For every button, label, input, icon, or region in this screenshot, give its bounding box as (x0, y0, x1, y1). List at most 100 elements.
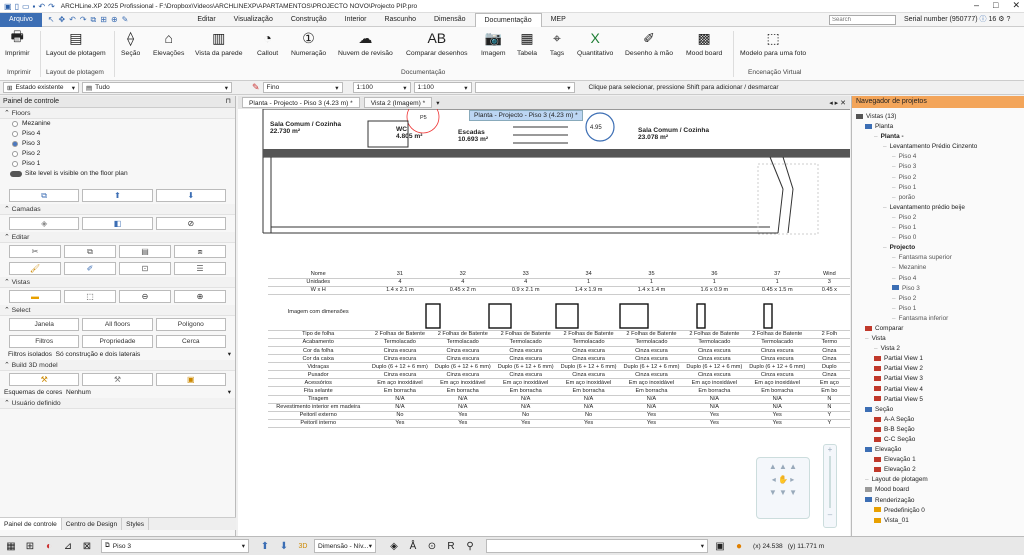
tree-item[interactable]: – Vista 2 (852, 344, 1024, 354)
tree-item[interactable]: – Piso 1 (852, 304, 1024, 314)
properties-button[interactable]: ☰ (174, 262, 226, 275)
tree-item[interactable]: Vista_01 (852, 516, 1024, 526)
menu-interior[interactable]: Interior (336, 13, 376, 27)
section-vistas[interactable]: ⌃ Vistas (0, 277, 235, 288)
tree-item[interactable]: – Piso 2 (852, 213, 1024, 223)
tree-item[interactable]: Partial View 2 (852, 364, 1024, 374)
plot-layout-button[interactable]: ▤ Layout de plotagem (46, 29, 106, 58)
zoom-window-button[interactable]: ⬚ (64, 290, 116, 303)
snap-icon[interactable]: ⊞ (22, 539, 38, 553)
zoom-minus-icon[interactable]: – (824, 510, 836, 519)
callout-button[interactable]: ◔ Callout (257, 29, 278, 57)
copy-button[interactable]: ⧉ (64, 245, 116, 258)
tree-item[interactable]: Partial View 3 (852, 374, 1024, 384)
state-dropdown[interactable]: ⊞ Estado existente ▾ (3, 82, 79, 93)
search-input[interactable] (829, 15, 896, 25)
measure-icon[interactable]: ⊞ (100, 15, 107, 25)
print-button[interactable]: 🖶 Imprimir (5, 28, 30, 57)
tree-item[interactable]: C-C Seção (852, 435, 1024, 445)
save-icon[interactable]: ▪ (33, 2, 36, 11)
dimension-dropdown[interactable]: Dimensão - Nív... ▾ (314, 539, 376, 553)
tree-item[interactable]: – Levantamento Prédio Cinzento (852, 142, 1024, 152)
compass-icon[interactable]: Å (405, 539, 421, 553)
menu-arquivo[interactable]: Arquivo (0, 12, 42, 27)
floor-piso-1[interactable]: Piso 1 (0, 159, 235, 169)
zoom-track[interactable] (829, 456, 831, 508)
section-camadas[interactable]: ⌃ Camadas (0, 204, 235, 215)
minimize-icon[interactable]: – (974, 0, 979, 11)
floor-up-button[interactable]: ⬆ (82, 189, 153, 202)
tree-item[interactable]: – Piso 2 (852, 173, 1024, 183)
tree-item[interactable]: – Levantamento prédio beije (852, 203, 1024, 213)
tree-item[interactable]: – Piso 4 (852, 274, 1024, 284)
tree-item[interactable]: Elevação 1 (852, 455, 1024, 465)
section-build3d[interactable]: ⌃ Build 3D model (0, 360, 235, 371)
new-tab-icon[interactable]: ▾ (436, 99, 439, 107)
tree-item[interactable]: Partial View 4 (852, 385, 1024, 395)
3d-icon[interactable]: 3D (295, 539, 311, 553)
tree-item[interactable]: Elevação 2 (852, 465, 1024, 475)
nav-arrows-bottom[interactable]: ▼ ▼ ▼ (757, 488, 809, 497)
mood-board-button[interactable]: ▩ Mood board (686, 29, 722, 58)
drawing-canvas[interactable]: Sala Comum / Cozinha 22.730 m² WC 4.805 m²… (238, 109, 850, 536)
tree-item[interactable]: A-A Seção (852, 415, 1024, 425)
layer-hide-button[interactable]: ⊘ (155, 217, 226, 230)
layers-status-icon[interactable]: ◈ (386, 539, 402, 553)
tab-control-panel[interactable]: Painel de controle (0, 518, 62, 530)
brush-button[interactable]: 🖌 (9, 262, 61, 275)
zoom-out-button[interactable]: ⊖ (119, 290, 171, 303)
hand-drawing-button[interactable]: ✐ Desenho à mão (625, 29, 673, 58)
view-all-button[interactable]: ▬ (9, 290, 61, 303)
tree-item[interactable]: – Projecto (852, 243, 1024, 253)
magnet-icon[interactable]: ◐ (41, 539, 57, 553)
select-all-floors-button[interactable]: All floors (82, 318, 153, 331)
layer-cube-button[interactable]: ◧ (82, 217, 153, 230)
section-user-defined[interactable]: ⌃ Usuário definido (0, 398, 235, 409)
tree-item[interactable]: – Mezanine (852, 263, 1024, 273)
tree-item[interactable]: Vistas (13) (852, 112, 1024, 122)
tree-item[interactable]: – Piso 2 (852, 294, 1024, 304)
copy-icon[interactable]: ⧉ (91, 15, 97, 25)
eyedropper-button[interactable]: ✐ (64, 262, 116, 275)
command-dropdown[interactable]: ▾ (486, 539, 708, 553)
isolated-filters-row[interactable]: Filtros isolados Só construção e dois la… (0, 350, 235, 360)
numbering-button[interactable]: ① Numeração (291, 29, 326, 58)
paste-button[interactable]: ▤ (119, 245, 171, 258)
wall-view-button[interactable]: ▥ Vista da parede (195, 29, 243, 58)
site-level-toggle[interactable]: Site level is visible on the floor plan (0, 169, 235, 179)
scale2-dropdown[interactable]: 1:100 ▾ (413, 82, 472, 93)
tree-item[interactable]: – Piso 0 (852, 233, 1024, 243)
tree-item[interactable]: Partial View 5 (852, 395, 1024, 405)
select-window-button[interactable]: Janela (9, 318, 80, 331)
build3d-tools-button[interactable]: ⚒ (82, 373, 153, 386)
floor-up-icon[interactable]: ⬆ (257, 539, 273, 553)
tree-item[interactable]: Elevação (852, 445, 1024, 455)
quantity-button[interactable]: X Quantitativo (577, 29, 613, 57)
edit-icon[interactable]: ✎ (122, 15, 129, 25)
zoom-in-button[interactable]: ⊕ (174, 290, 226, 303)
elevations-button[interactable]: ⌂ Elevações (153, 29, 184, 57)
tree-item[interactable]: Renderização (852, 496, 1024, 506)
ortho-icon[interactable]: ⊿ (60, 539, 76, 553)
tree-item[interactable]: – Piso 1 (852, 223, 1024, 233)
floor-dropdown[interactable]: ⧉ Piso 3 ▾ (101, 539, 249, 553)
undo-icon[interactable]: ↶ (38, 2, 45, 11)
navigation-widget[interactable]: ▲ ▲ ▲ ◂ ✋ ▸ ▼ ▼ ▼ (756, 457, 810, 519)
maximize-icon[interactable]: □ (993, 0, 998, 11)
tab-vista-2[interactable]: Vista 2 (Imagem) * (363, 97, 433, 108)
tags-button[interactable]: ⌖ Tags (548, 29, 566, 58)
tree-item[interactable]: – Layout de plotagem (852, 475, 1024, 485)
tab-planta-piso-3[interactable]: Planta - Projecto - Piso 3 (4.23 m) * (242, 97, 360, 108)
canvas-window-controls[interactable]: ◂ ▸ ✕ (829, 99, 846, 107)
extra-dropdown[interactable]: ▾ (474, 82, 575, 93)
info-icon[interactable]: ⓘ (980, 16, 987, 23)
photo-model-button[interactable]: ⬚ Modelo para uma foto (740, 29, 806, 58)
tree-item[interactable]: Seção (852, 405, 1024, 415)
section-button[interactable]: ⟠ Seção (121, 29, 140, 58)
new-icon[interactable]: ▯ (15, 2, 19, 11)
zoom-plus-icon[interactable]: + (824, 445, 836, 454)
menu-construcao[interactable]: Construção (282, 13, 336, 27)
select-polygon-button[interactable]: Polígono (155, 318, 226, 331)
scale1-dropdown[interactable]: 1:100 ▾ (352, 82, 411, 93)
tab-styles[interactable]: Styles (122, 518, 150, 530)
